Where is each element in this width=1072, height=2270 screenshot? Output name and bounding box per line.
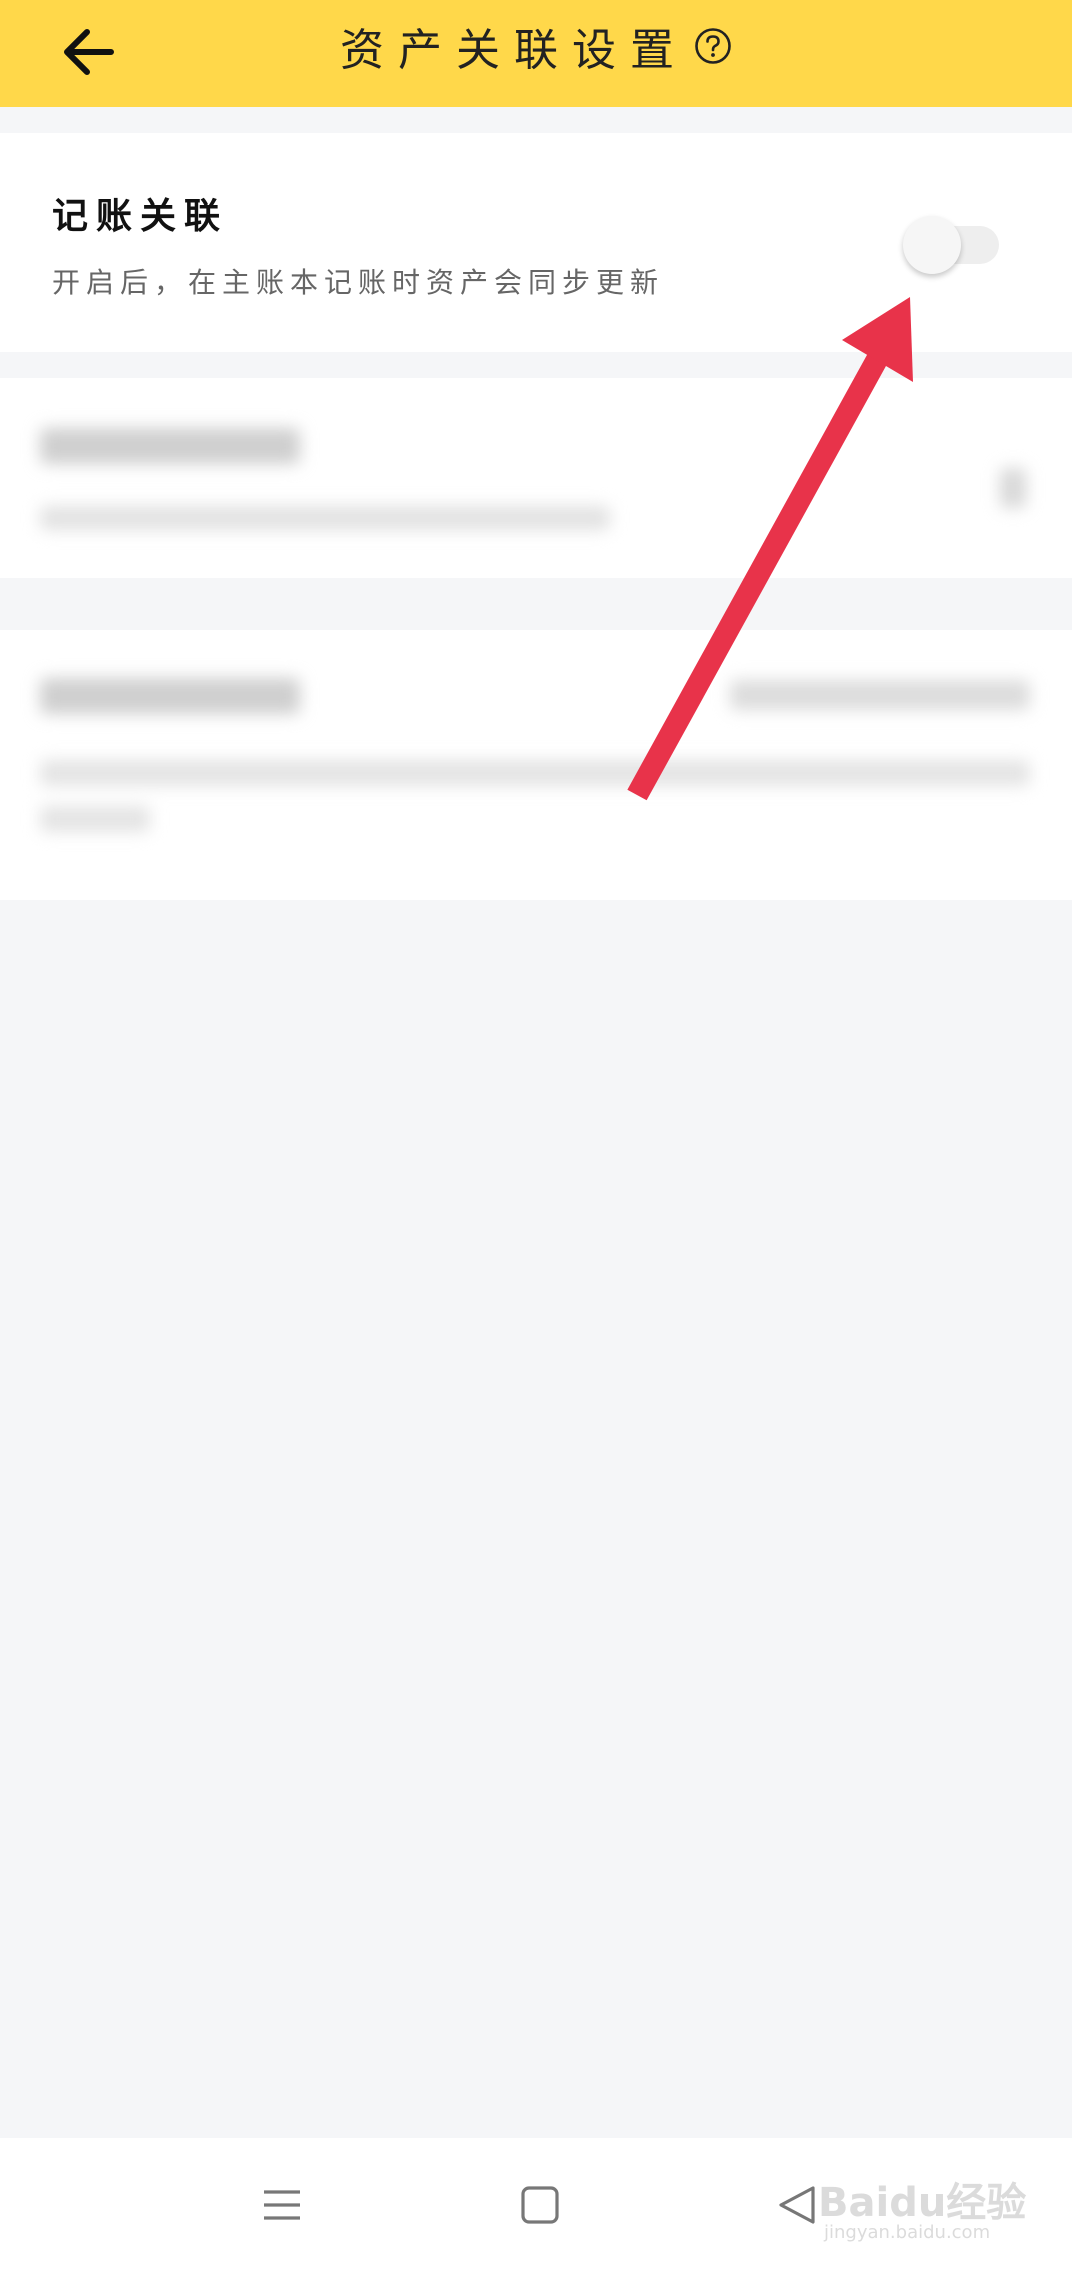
top-app-bar: 资产关联设置 xyxy=(0,0,1072,107)
toggle-knob xyxy=(903,216,961,274)
watermark-url: jingyan.baidu.com xyxy=(824,2222,991,2243)
home-button[interactable] xyxy=(505,2170,575,2240)
title-container: 资产关联设置 xyxy=(0,0,1072,92)
question-circle-icon[interactable] xyxy=(694,27,732,65)
baidu-watermark: Baidu经验 jingyan.baidu.com xyxy=(818,2150,1048,2250)
page-title: 资产关联设置 xyxy=(340,25,688,76)
menu-button[interactable] xyxy=(247,2170,317,2240)
bookkeeping-link-setting: 记账关联 开启后，在主账本记账时资产会同步更新 xyxy=(0,133,1072,352)
blurred-setting-row[interactable] xyxy=(0,630,1072,900)
menu-icon xyxy=(264,2190,300,2220)
triangle-back-icon xyxy=(779,2186,815,2224)
setting-description: 开启后，在主账本记账时资产会同步更新 xyxy=(52,266,665,299)
blurred-setting-row[interactable] xyxy=(0,378,1072,578)
setting-title: 记账关联 xyxy=(52,195,229,237)
watermark-text: Baidu经验 xyxy=(818,2180,1027,2226)
square-home-icon xyxy=(521,2186,559,2224)
bookkeeping-link-toggle[interactable] xyxy=(903,216,1003,274)
